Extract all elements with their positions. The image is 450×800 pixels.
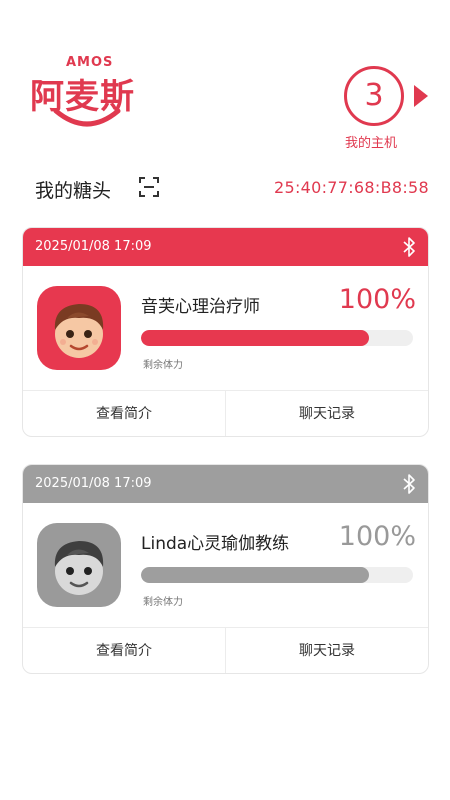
view-intro-button[interactable]: 查看简介	[23, 391, 225, 436]
boy-avatar-icon	[54, 541, 104, 595]
stamina-label: 剩余体力	[143, 360, 183, 371]
stamina-bar	[141, 567, 413, 583]
logo-sub-text: AMOS	[66, 55, 114, 70]
card-actions: 查看简介 聊天记录	[23, 390, 428, 436]
card-timestamp: 2025/01/08 17:09	[35, 239, 152, 254]
mac-address: 25:40:77:68:B8:58	[273, 178, 429, 197]
character-name: 音芙心理治疗师	[141, 297, 260, 317]
my-candy-header: 我的糖头 25:40:77:68:B8:58	[35, 174, 435, 204]
stamina-bar	[141, 330, 413, 346]
arrow-right-icon	[414, 85, 428, 107]
host-count-badge: 3	[344, 66, 404, 126]
avatar[interactable]	[37, 286, 121, 370]
device-card: 2025/01/08 17:09 音芙心理治疗师 100% 剩余体力 查看简介	[22, 227, 429, 437]
host-label: 我的主机	[345, 136, 398, 151]
card-body: Linda心灵瑜伽教练 100% 剩余体力	[23, 503, 428, 627]
bluetooth-icon	[403, 237, 415, 257]
scan-icon[interactable]	[139, 177, 159, 197]
character-name: Linda心灵瑜伽教练	[141, 534, 290, 554]
stamina-bar-fill	[141, 330, 370, 346]
chat-history-button[interactable]: 聊天记录	[225, 391, 428, 436]
device-card: 2025/01/08 17:09 Linda心灵瑜伽教练 100% 剩余体力 查…	[22, 464, 429, 674]
bluetooth-icon	[403, 474, 415, 494]
logo-smile-icon	[53, 108, 121, 127]
card-header: 2025/01/08 17:09	[23, 228, 428, 266]
section-title: 我的糖头	[35, 180, 112, 202]
amos-logo: AMOS 阿麦斯	[30, 55, 145, 135]
view-intro-button[interactable]: 查看简介	[23, 628, 225, 673]
boy-avatar-icon	[54, 304, 104, 358]
card-actions: 查看简介 聊天记录	[23, 627, 428, 673]
card-body: 音芙心理治疗师 100% 剩余体力	[23, 266, 428, 390]
card-header: 2025/01/08 17:09	[23, 465, 428, 503]
stamina-label: 剩余体力	[143, 597, 183, 608]
stamina-percent: 100%	[338, 284, 416, 315]
chat-history-button[interactable]: 聊天记录	[225, 628, 428, 673]
my-host-button[interactable]: 3 我的主机	[340, 66, 430, 156]
stamina-bar-fill	[141, 567, 370, 583]
card-timestamp: 2025/01/08 17:09	[35, 476, 152, 491]
stamina-percent: 100%	[338, 521, 416, 552]
avatar[interactable]	[37, 523, 121, 607]
